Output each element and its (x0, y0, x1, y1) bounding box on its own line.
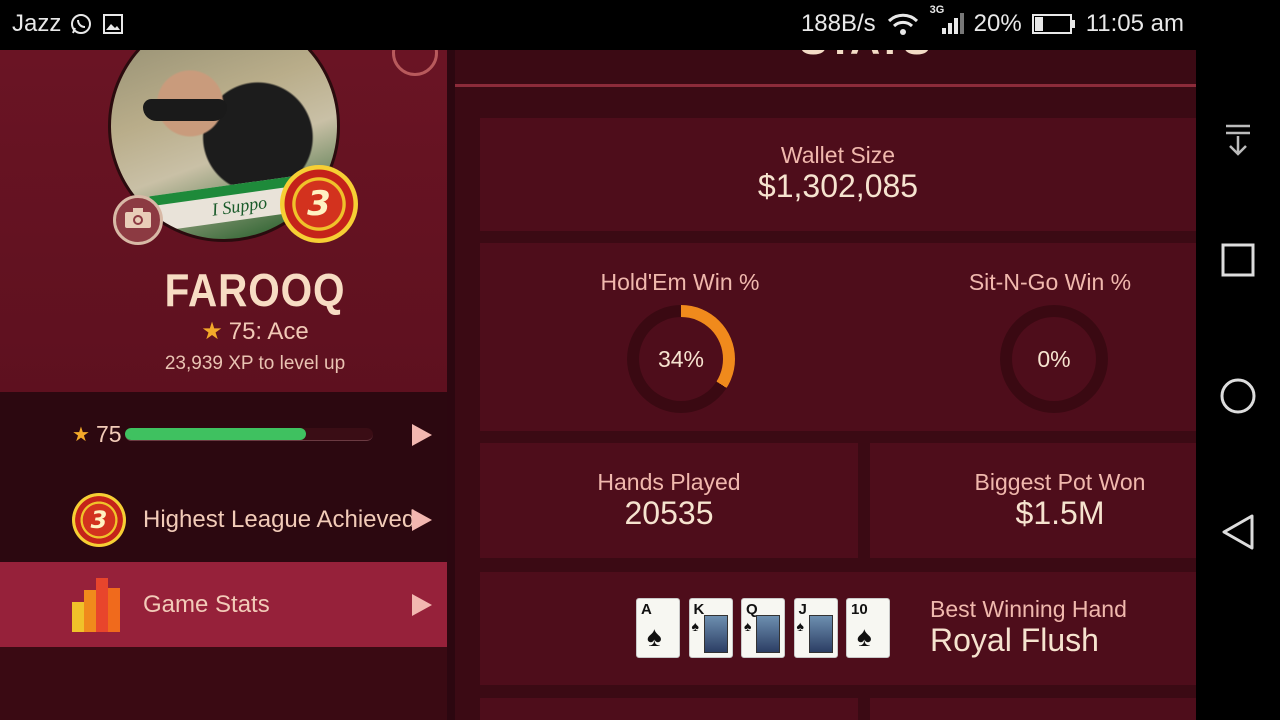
navigation-bar (1196, 0, 1280, 720)
title-divider (455, 84, 1196, 87)
notification-pull-down-icon[interactable] (1216, 118, 1260, 162)
menu-item-label: Game Stats (143, 590, 270, 618)
league-chip-icon: 3 (72, 493, 126, 547)
level-text: 75: Ace (228, 318, 309, 345)
app-screen: I Suppo 3 FAROOQ ★ 75: Ace 23,939 XP to l… (0, 50, 1196, 720)
wallet-label: Wallet Size (780, 142, 896, 168)
menu-item-highest-league[interactable]: 3 Highest League Achieved (0, 477, 447, 562)
status-left: Jazz (12, 10, 125, 38)
profile-menu: ★ 75 3 Highest League Achieved Game Stat… (0, 392, 447, 720)
spade-icon: ♠ (691, 618, 699, 634)
menu-item-empty (0, 647, 447, 720)
banner-text: I Suppo (210, 192, 269, 220)
card-rank: 10 (851, 601, 868, 618)
league-chip-badge: 3 (280, 165, 358, 243)
biggest-pot-value: $1.5M (1015, 495, 1105, 531)
stats-card-partial (480, 698, 858, 720)
playing-card: 10 ♠ (846, 598, 890, 658)
player-level: ★ 75: Ace (0, 317, 510, 346)
battery-percent: 20% (973, 10, 1022, 37)
avatar-photo-detail (143, 99, 227, 121)
back-icon[interactable] (1216, 510, 1260, 554)
network-type: 3G (929, 4, 945, 16)
xp-progress-bar (125, 428, 373, 441)
spade-icon: ♠ (647, 621, 662, 652)
star-icon: ★ (201, 318, 223, 345)
player-name: FAROOQ (164, 264, 346, 316)
sitngo-label: Sit-N-Go Win % (968, 269, 1132, 295)
profile-panel: I Suppo 3 FAROOQ ★ 75: Ace 23,939 XP to l… (0, 50, 453, 720)
bar-chart-icon (72, 578, 128, 632)
wifi-icon (886, 12, 920, 36)
close-button[interactable] (392, 50, 438, 76)
level-number: 75 (96, 421, 122, 447)
signal-icon: 3G (930, 4, 964, 36)
status-right: 188B/s 3G 20% 11:05 am (800, 4, 1184, 38)
stats-title: STATS (455, 50, 1196, 64)
whatsapp-icon (69, 12, 93, 36)
hands-played-value: 20535 (624, 495, 714, 531)
panel-divider (447, 50, 455, 720)
hands-played-card: Hands Played 20535 (480, 443, 858, 558)
star-icon: ★ (72, 424, 90, 446)
play-arrow-icon[interactable] (412, 508, 432, 531)
menu-item-game-stats[interactable]: Game Stats (0, 562, 447, 647)
image-icon (101, 12, 125, 36)
playing-card: Q ♠ (741, 598, 785, 658)
battery-icon (1031, 12, 1076, 36)
spade-icon: ♠ (796, 618, 804, 634)
playing-card: K ♠ (688, 598, 733, 658)
status-bar: Jazz 188B/s 3G 20% 11:05 am (0, 0, 1196, 50)
biggest-pot-label: Biggest Pot Won (974, 469, 1146, 495)
best-hand-card: A ♠ K ♠ Q ♠ J ♠ 10 ♠ Best Winning Hand Royal Flus… (480, 572, 1196, 685)
hands-played-label: Hands Played (597, 469, 741, 495)
holdem-label: Hold'Em Win % (600, 269, 760, 295)
card-rank: A (641, 601, 652, 618)
play-arrow-icon[interactable] (412, 593, 432, 616)
stats-panel: STATS Wallet Size $1,302,085 Hold'Em Win… (455, 50, 1196, 720)
menu-item-label: Highest League Achieved (143, 505, 416, 533)
xp-progress-fill (125, 428, 307, 440)
card-rank: J (798, 601, 807, 618)
stats-card-partial (870, 698, 1196, 720)
camera-icon (124, 207, 152, 234)
face-card-art (756, 615, 780, 653)
sitngo-win-donut: 0% (1000, 305, 1108, 413)
network-speed: 188B/s (800, 10, 876, 37)
win-percent-card: Hold'Em Win % 34% Sit-N-Go Win % 0% (480, 243, 1196, 431)
home-icon[interactable] (1216, 374, 1260, 418)
biggest-pot-card: Biggest Pot Won $1.5M (870, 443, 1196, 558)
best-hand-value: Royal Flush (930, 622, 1099, 658)
xp-to-level: 23,939 XP to level up (164, 353, 346, 374)
camera-button[interactable] (113, 195, 163, 245)
clock: 11:05 am (1085, 10, 1184, 37)
sitngo-win-value: 0% (1012, 317, 1096, 401)
level-progress-row[interactable]: ★ 75 (0, 392, 447, 477)
play-arrow-icon[interactable] (412, 423, 432, 446)
playing-card: A ♠ (636, 598, 680, 658)
face-card-art (808, 615, 833, 653)
recent-apps-icon[interactable] (1216, 238, 1260, 282)
wallet-value: $1,302,085 (757, 168, 919, 204)
face-card-art (703, 615, 728, 653)
holdem-win-value: 34% (639, 317, 723, 401)
best-hand-label: Best Winning Hand (930, 596, 1127, 622)
spade-icon: ♠ (744, 618, 752, 634)
wallet-size-card: Wallet Size $1,302,085 (480, 118, 1196, 231)
spade-icon: ♠ (857, 621, 872, 652)
holdem-win-donut: 34% (627, 305, 735, 413)
carrier-name: Jazz (12, 10, 62, 37)
playing-card: J ♠ (793, 598, 838, 658)
